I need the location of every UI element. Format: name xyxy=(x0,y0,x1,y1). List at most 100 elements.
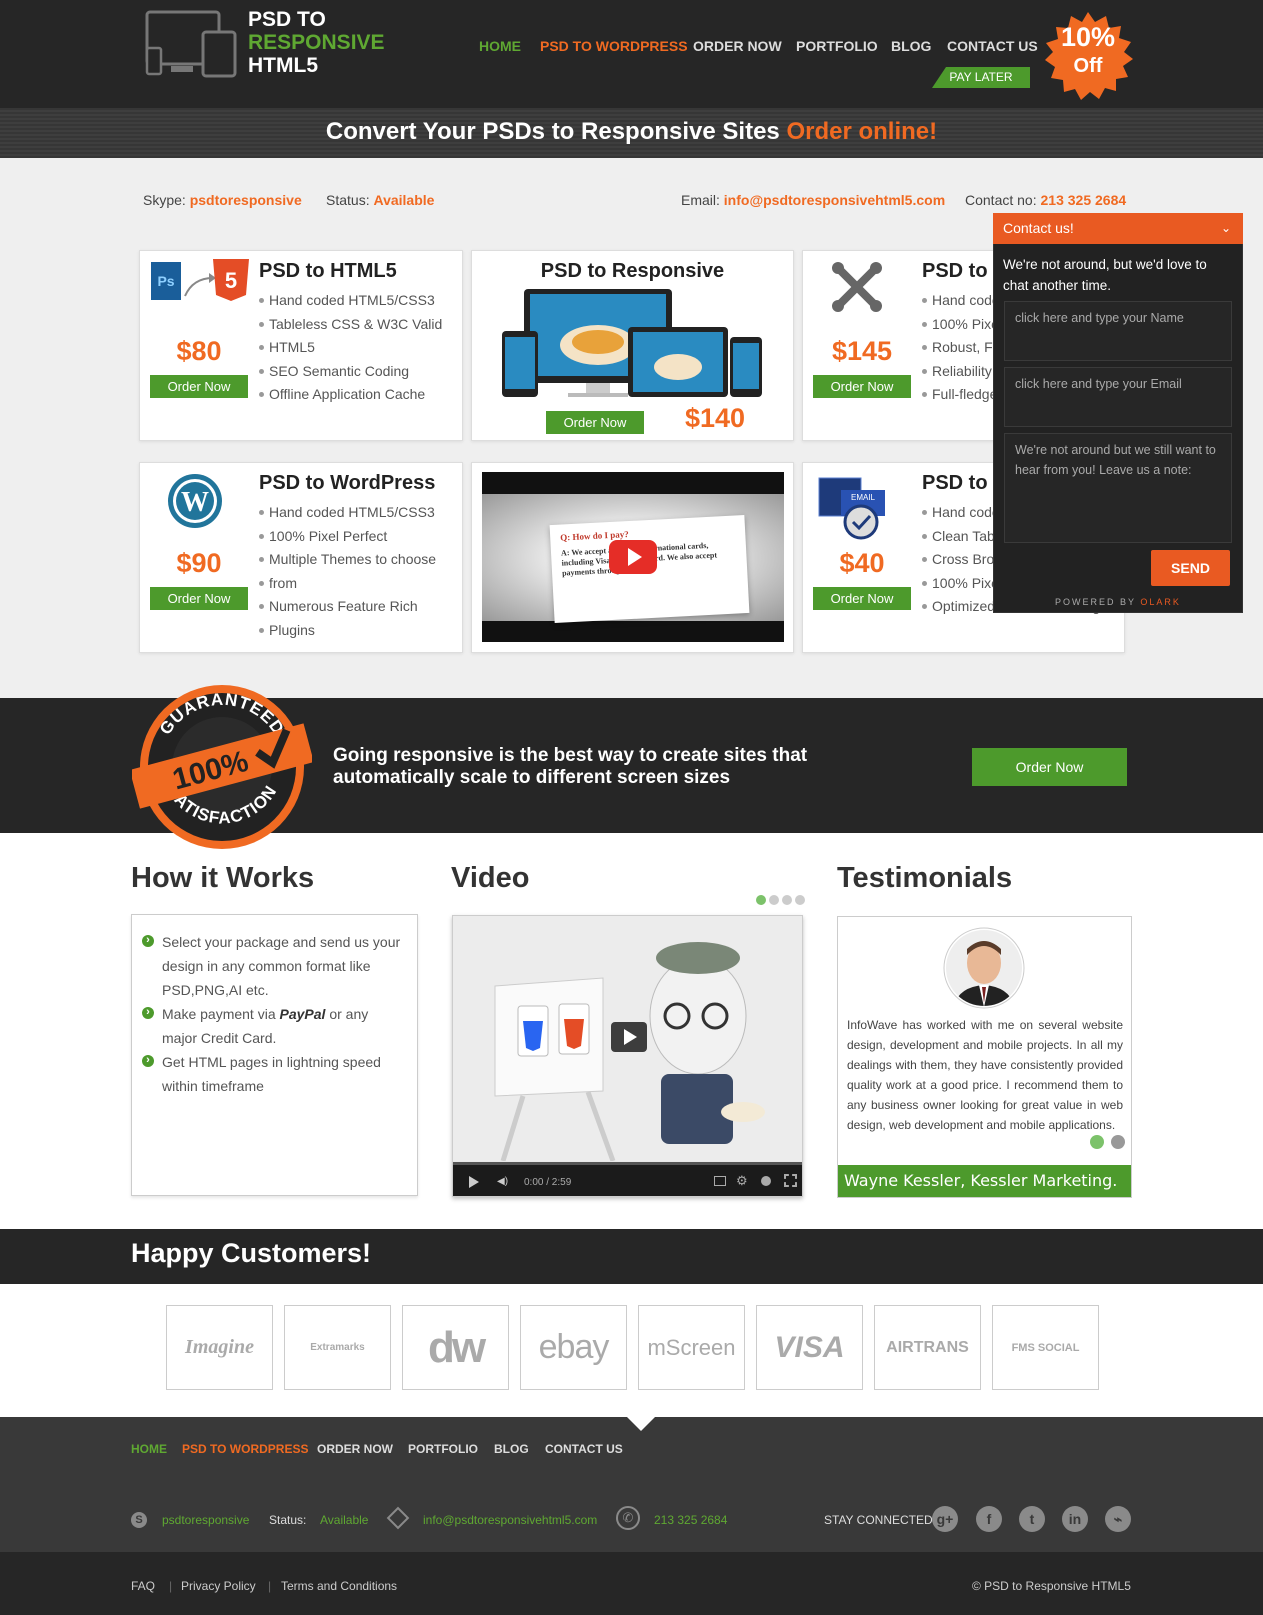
joomla-icon xyxy=(832,262,882,312)
price: $140 xyxy=(684,403,746,433)
customer-logo-visa[interactable]: VISA xyxy=(756,1305,863,1390)
logo-line-3[interactable]: HTML5 xyxy=(248,54,318,78)
chat-note-textarea[interactable]: We're not around but we still want to he… xyxy=(1004,433,1232,543)
email-value[interactable]: info@psdtoresponsivehtml5.com xyxy=(724,192,945,208)
card-title: PSD to Responsive xyxy=(540,260,725,282)
customer-logo-dw[interactable]: dw xyxy=(402,1305,509,1390)
chat-header[interactable]: Contact us! ⌄ xyxy=(993,213,1243,244)
fullscreen-icon[interactable] xyxy=(784,1174,797,1187)
wordpress-icon: W xyxy=(168,474,222,528)
customer-logo-extramarks[interactable]: Extramarks xyxy=(284,1305,391,1390)
chat-email-input[interactable]: click here and type your Email xyxy=(1004,367,1232,427)
pager-dot-active[interactable] xyxy=(756,895,766,905)
footer-nav-home[interactable]: HOME xyxy=(131,1442,167,1456)
video-time: 0:00 / 2:59 xyxy=(524,1177,572,1188)
pay-later-tag[interactable]: PAY LATER xyxy=(932,67,1030,88)
price: $90 xyxy=(176,548,222,578)
logo-line-1[interactable]: PSD TO xyxy=(248,8,326,32)
footer-nav-portfolio[interactable]: PORTFOLIO xyxy=(408,1442,478,1456)
nav-portfolio[interactable]: PORTFOLIO xyxy=(796,38,878,54)
facebook-icon[interactable]: f xyxy=(976,1506,1002,1532)
play-icon xyxy=(624,1029,637,1045)
arrow-icon xyxy=(184,273,216,297)
linkedin-icon[interactable]: in xyxy=(1062,1506,1088,1532)
volume-icon[interactable]: ◀) xyxy=(497,1176,508,1187)
price: $145 xyxy=(831,336,893,366)
watch-later-icon[interactable] xyxy=(761,1176,771,1186)
twitter-icon[interactable]: t xyxy=(1019,1506,1045,1532)
footer-nav-order-now[interactable]: ORDER NOW xyxy=(317,1442,393,1456)
badge-percent: 10% xyxy=(1060,22,1116,52)
html5-icon: 5 xyxy=(213,259,249,301)
responsive-devices-image xyxy=(502,289,762,397)
olark-brand[interactable]: OLARK xyxy=(1140,597,1181,607)
order-now-button[interactable]: Order Now xyxy=(150,375,248,398)
footer-divider: | xyxy=(169,1579,173,1593)
status-info: Status: Available xyxy=(326,192,434,208)
nav-home[interactable]: HOME xyxy=(479,38,521,54)
order-now-button[interactable]: Order Now xyxy=(813,587,911,610)
pager-dot[interactable] xyxy=(769,895,779,905)
email-icon: EMAIL xyxy=(818,477,885,540)
footer-nav-blog[interactable]: BLOG xyxy=(494,1442,529,1456)
order-now-button[interactable]: Order Now xyxy=(546,411,644,434)
footer-nav-contact-us[interactable]: CONTACT US xyxy=(545,1442,623,1456)
chevron-down-icon[interactable]: ⌄ xyxy=(1221,213,1231,244)
feature-item: Multiple Themes to choose xyxy=(259,548,454,572)
footer-nav-psd-to-wordpress[interactable]: PSD TO WORDPRESS xyxy=(182,1442,308,1456)
skype-value[interactable]: psdtoresponsive xyxy=(190,192,302,208)
order-now-cta-button[interactable]: Order Now xyxy=(972,748,1127,786)
play-control-icon[interactable] xyxy=(469,1176,479,1188)
google-plus-icon[interactable]: g+ xyxy=(932,1506,958,1532)
terms-link[interactable]: Terms and Conditions xyxy=(281,1579,397,1593)
customer-logo-imagine[interactable]: Imagine xyxy=(166,1305,273,1390)
guarantee-line-2: automatically scale to different screen … xyxy=(333,767,731,788)
testimonial-dot-active[interactable] xyxy=(1090,1135,1104,1149)
testimonial-dot[interactable] xyxy=(1111,1135,1125,1149)
nav-order-now[interactable]: ORDER NOW xyxy=(693,38,782,54)
chat-send-button[interactable]: SEND xyxy=(1151,550,1230,586)
step-text: Make payment via xyxy=(162,1006,276,1022)
order-now-button[interactable]: Order Now xyxy=(150,587,248,610)
devices-logo-icon[interactable] xyxy=(145,10,255,78)
customer-logo-ebay[interactable]: ebay xyxy=(520,1305,627,1390)
feature-item: 100% Pixel Perfect xyxy=(259,525,454,549)
footer-email[interactable]: info@psdtoresponsivehtml5.com xyxy=(423,1513,597,1527)
pager-dot[interactable] xyxy=(795,895,805,905)
faq-link[interactable]: FAQ xyxy=(131,1579,155,1593)
nav-blog[interactable]: BLOG xyxy=(891,38,931,54)
how-it-works-list: Select your package and send us your des… xyxy=(142,930,407,1098)
banner-highlight[interactable]: Order online! xyxy=(786,118,937,145)
contact-info: Contact no: 213 325 2684 xyxy=(965,192,1126,208)
chat-powered-by: POWERED BY OLARK xyxy=(993,597,1243,607)
order-now-button[interactable]: Order Now xyxy=(813,375,911,398)
video-title: Video xyxy=(451,862,530,894)
how-it-works-title: How it Works xyxy=(131,862,315,894)
footer-pointer xyxy=(627,1417,655,1431)
customer-logo-mscreen[interactable]: mScreen xyxy=(638,1305,745,1390)
contact-value[interactable]: 213 325 2684 xyxy=(1041,192,1127,208)
video-pager xyxy=(756,895,808,905)
rss-icon[interactable]: ⌁ xyxy=(1105,1506,1131,1532)
feature-list: Hand coded HTML5/CSS3 Tableless CSS & W3… xyxy=(259,289,454,407)
feature-item: Tableless CSS & W3C Valid xyxy=(259,313,454,337)
privacy-policy-link[interactable]: Privacy Policy xyxy=(181,1579,256,1593)
nav-psd-to-wordpress[interactable]: PSD TO WORDPRESS xyxy=(540,38,688,54)
footer-status-label: Status: xyxy=(269,1513,307,1527)
footer-divider: | xyxy=(268,1579,272,1593)
pager-dot[interactable] xyxy=(782,895,792,905)
step-item: Select your package and send us your des… xyxy=(142,930,407,1002)
nav-contact-us[interactable]: CONTACT US xyxy=(947,38,1038,54)
footer-skype[interactable]: psdtoresponsive xyxy=(162,1513,249,1527)
satisfaction-guarantee-seal-icon: GUARANTEED SATISFACTION 100% xyxy=(132,685,312,849)
step-text: Select your package and send us your des… xyxy=(162,934,401,998)
skype-icon: S xyxy=(131,1512,147,1528)
captions-icon[interactable] xyxy=(714,1176,726,1186)
video-progress-bar[interactable] xyxy=(453,1162,802,1165)
logo-line-2[interactable]: RESPONSIVE xyxy=(248,31,385,55)
customer-logo-fms-social[interactable]: FMS SOCIAL xyxy=(992,1305,1099,1390)
customer-logo-airtrans[interactable]: AIRTRANS xyxy=(874,1305,981,1390)
chat-name-input[interactable]: click here and type your Name xyxy=(1004,301,1232,361)
footer-phone[interactable]: 213 325 2684 xyxy=(654,1513,727,1527)
settings-gear-icon[interactable]: ⚙ xyxy=(736,1173,748,1189)
